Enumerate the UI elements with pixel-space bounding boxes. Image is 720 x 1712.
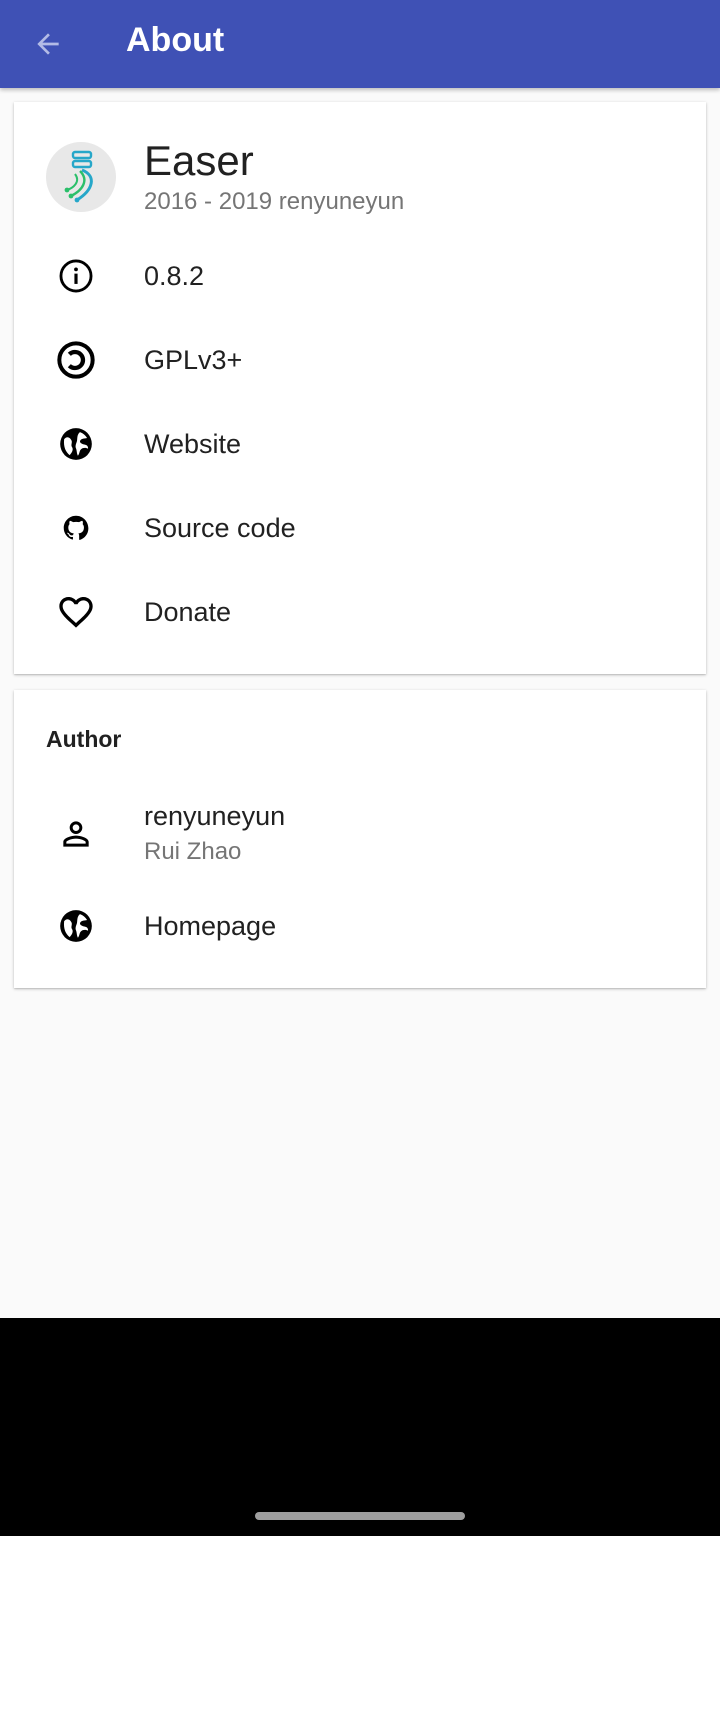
source-code-label: Source code	[144, 512, 296, 543]
about-screen: About Easer 2016 - 2019 renyuneyun 0.8.2…	[0, 0, 720, 1318]
globe-icon	[56, 424, 96, 464]
author-card: Author renyuneyun Rui Zhao Homepage	[14, 690, 706, 988]
easer-logo-icon	[46, 142, 116, 212]
back-button[interactable]	[20, 16, 76, 72]
github-icon	[56, 508, 96, 548]
donate-item[interactable]: Donate	[14, 570, 706, 654]
globe-icon	[56, 906, 96, 946]
person-icon	[56, 814, 96, 854]
license-item[interactable]: GPLv3+	[14, 318, 706, 402]
info-icon	[56, 256, 96, 296]
app-info-card: Easer 2016 - 2019 renyuneyun 0.8.2 GPLv3…	[14, 102, 706, 674]
website-item[interactable]: Website	[14, 402, 706, 486]
copyleft-icon	[56, 340, 96, 380]
homepage-item[interactable]: Homepage	[14, 884, 706, 968]
heart-icon	[56, 592, 96, 632]
author-item[interactable]: renyuneyun Rui Zhao	[14, 786, 706, 882]
system-navigation-bar	[0, 1318, 720, 1536]
website-label: Website	[144, 428, 242, 459]
app-name: Easer	[144, 137, 254, 184]
homepage-label: Homepage	[144, 910, 277, 941]
source-code-item[interactable]: Source code	[14, 486, 706, 570]
app-copyright: 2016 - 2019 renyuneyun	[144, 188, 405, 215]
bottom-blank-area	[0, 1536, 720, 1712]
author-name: renyuneyun	[144, 801, 286, 831]
donate-label: Donate	[144, 596, 232, 627]
app-header: Easer 2016 - 2019 renyuneyun	[14, 137, 706, 215]
toolbar-title: About	[126, 20, 225, 59]
version-label: 0.8.2	[144, 260, 205, 291]
author-real-name: Rui Zhao	[144, 838, 242, 865]
home-gesture-handle[interactable]	[255, 1512, 465, 1520]
author-section-header: Author	[46, 726, 122, 752]
version-item[interactable]: 0.8.2	[14, 234, 706, 318]
license-label: GPLv3+	[144, 344, 243, 375]
arrow-left-icon	[37, 33, 59, 55]
app-toolbar: About	[0, 0, 720, 88]
